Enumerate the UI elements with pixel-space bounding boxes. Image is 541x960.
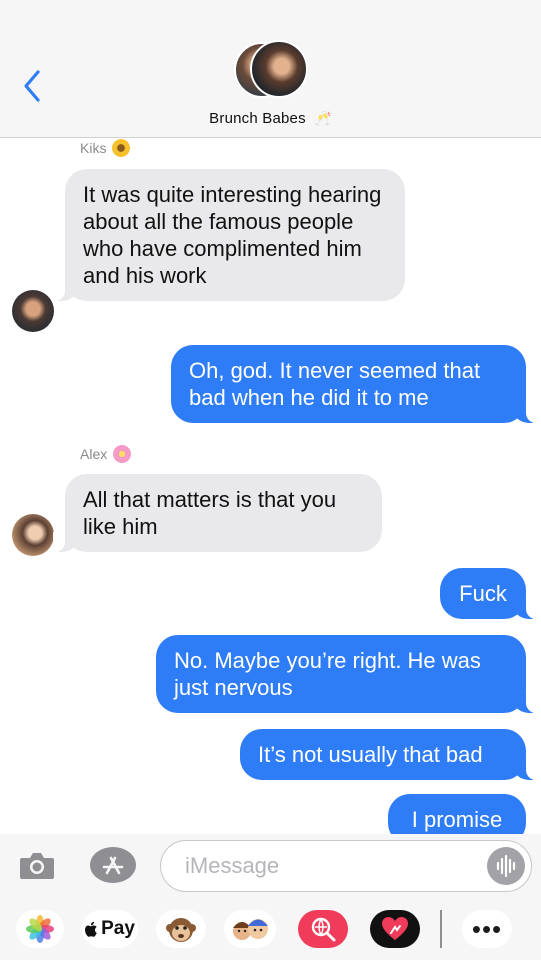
animoji-icon[interactable] xyxy=(156,910,206,948)
app-drawer: Pay ••• xyxy=(0,898,541,960)
chevron-left-icon[interactable] xyxy=(18,66,48,106)
outgoing-message-bubble[interactable]: Fuck xyxy=(440,568,538,619)
audio-waveform-icon[interactable] xyxy=(487,847,525,885)
message-text: It was quite interesting hearing about a… xyxy=(83,182,382,288)
more-label: ••• xyxy=(471,914,503,944)
incoming-message-bubble[interactable]: It was quite interesting hearing about a… xyxy=(53,169,405,301)
sender-name: Kiks xyxy=(80,140,107,156)
drawer-divider xyxy=(440,910,442,948)
outgoing-message-bubble[interactable]: Oh, god. It never seemed that bad when h… xyxy=(171,345,538,423)
message-text: All that matters is that you like him xyxy=(83,487,337,539)
avatar-kiks[interactable] xyxy=(12,290,54,332)
memoji-icon[interactable] xyxy=(224,910,276,948)
avatar-alex[interactable] xyxy=(12,514,54,556)
message-text: No. Maybe you’re right. He was just nerv… xyxy=(174,648,481,700)
incoming-message-bubble[interactable]: All that matters is that you like him xyxy=(53,474,382,552)
sunflower-icon xyxy=(112,139,131,157)
group-name-label: Brunch Babes xyxy=(209,110,306,127)
web-images-icon[interactable] xyxy=(298,910,348,948)
app-store-icon[interactable] xyxy=(90,847,136,883)
more-icon[interactable]: ••• xyxy=(462,910,512,948)
message-input[interactable]: iMessage xyxy=(160,840,532,892)
message-text: Oh, god. It never seemed that bad when h… xyxy=(189,358,481,410)
sender-name: Alex xyxy=(80,446,108,462)
conversation-header: Brunch Babes 🥂 xyxy=(0,0,541,138)
group-name[interactable]: Brunch Babes 🥂 xyxy=(0,110,541,127)
message-input-placeholder: iMessage xyxy=(185,853,280,878)
message-text: I promise xyxy=(411,807,503,832)
outgoing-message-bubble[interactable]: I promise xyxy=(388,794,526,834)
digital-touch-icon[interactable] xyxy=(370,910,420,948)
outgoing-message-bubble[interactable]: It’s not usually that bad xyxy=(240,729,538,780)
message-text: Fuck xyxy=(459,581,507,606)
group-avatar[interactable] xyxy=(234,40,310,100)
compose-bar: iMessage xyxy=(0,834,541,898)
apple-pay-label: Pay xyxy=(101,918,135,939)
sender-label: Alex xyxy=(80,445,132,463)
photos-icon[interactable] xyxy=(16,910,64,948)
camera-icon[interactable] xyxy=(18,849,56,881)
clinking-glasses-icon: 🥂 xyxy=(314,110,332,126)
apple-pay-icon[interactable]: Pay xyxy=(82,910,138,948)
message-list[interactable]: Kiks It was quite interesting hearing ab… xyxy=(0,138,541,834)
group-avatar-photo-2 xyxy=(250,40,308,98)
outgoing-message-bubble[interactable]: No. Maybe you’re right. He was just nerv… xyxy=(156,635,538,713)
cherry-blossom-icon xyxy=(113,445,132,463)
message-text: It’s not usually that bad xyxy=(258,742,483,767)
sender-label: Kiks xyxy=(80,139,131,157)
